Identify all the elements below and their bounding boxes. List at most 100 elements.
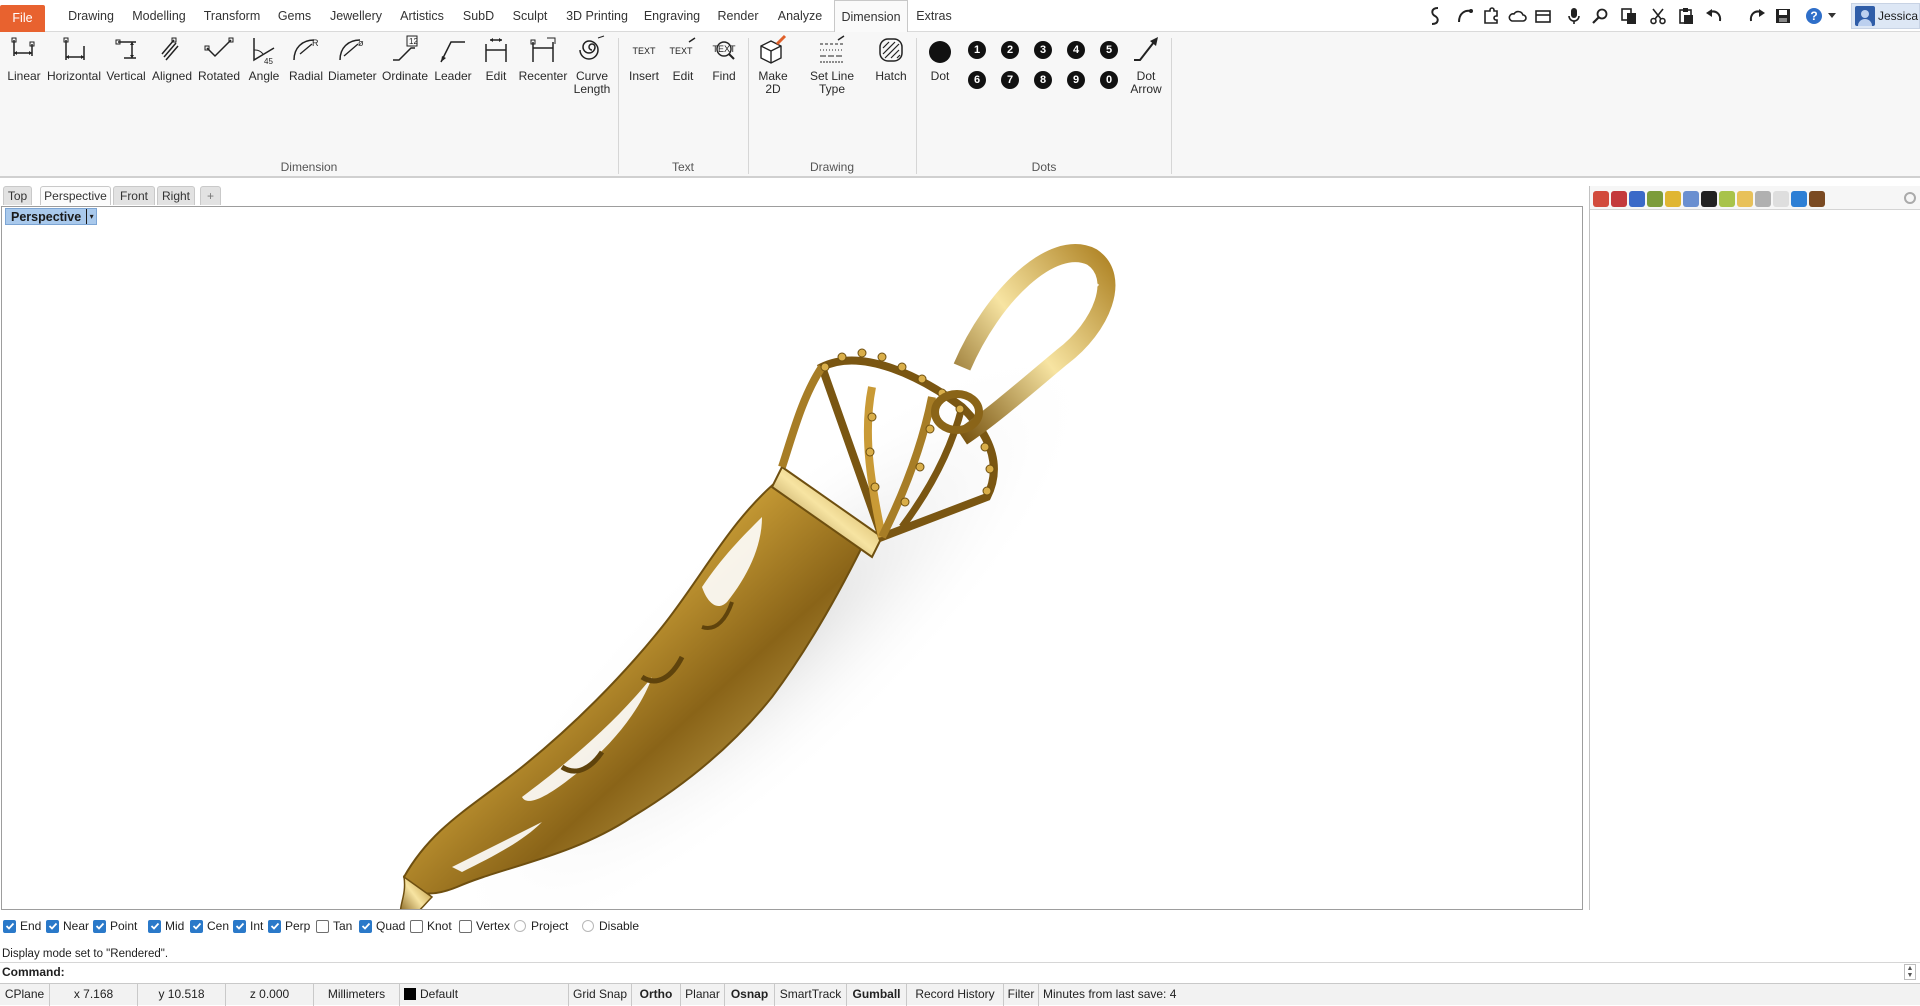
set-line-type-button[interactable]: Set Line Type [796,34,868,96]
osnap-project[interactable]: Project [514,919,568,933]
layer-button[interactable]: Default [400,984,569,1006]
undo-icon[interactable] [1703,4,1725,28]
osnap-perp[interactable]: Perp [268,919,310,933]
cloud-icon[interactable] [1506,4,1528,28]
make-2d-button[interactable]: Make 2D [754,34,792,96]
menu-gems[interactable]: Gems [272,0,317,32]
checkbox-unchecked-icon[interactable] [316,919,329,933]
horizontal-button[interactable]: Horizontal [46,34,102,83]
dot-button[interactable]: Dot [922,34,958,83]
dot-number-4-button[interactable]: 4 [1067,41,1085,59]
osnap-near[interactable]: Near [46,919,89,933]
paste-icon[interactable] [1675,4,1697,28]
copy-icon[interactable] [1618,4,1640,28]
panel-tab-icon[interactable] [1647,191,1663,207]
find-text-button[interactable]: TEXT Find [704,34,744,83]
menu-artistics[interactable]: Artistics [396,0,448,32]
menu-jewellery[interactable]: Jewellery [324,0,388,32]
menu-analyze[interactable]: Analyze [772,0,828,32]
dot-number-3-button[interactable]: 3 [1034,41,1052,59]
planar-toggle[interactable]: Planar [681,984,725,1006]
panel-tab-icon[interactable] [1737,191,1753,207]
help-icon[interactable]: ? [1803,4,1825,28]
panel-tab-icon[interactable] [1701,191,1717,207]
tab-top[interactable]: Top [3,186,32,205]
panel-tab-icon[interactable] [1593,191,1609,207]
microphone-icon[interactable] [1563,4,1585,28]
rotated-button[interactable]: Rotated [196,34,242,83]
units-button[interactable]: Millimeters [314,984,400,1006]
redo-icon[interactable] [1746,4,1768,28]
help-dropdown-icon[interactable] [1825,4,1839,28]
osnap-tan[interactable]: Tan [316,919,352,933]
radio-button-icon[interactable] [582,920,594,932]
menu-modelling[interactable]: Modelling [127,0,191,32]
checkbox-unchecked-icon[interactable] [459,919,472,933]
tab-right[interactable]: Right [157,186,195,205]
menu-engraving[interactable]: Engraving [641,0,703,32]
vertical-button[interactable]: Vertical [104,34,148,83]
gumball-toggle[interactable]: Gumball [847,984,907,1006]
ortho-toggle[interactable]: Ortho [632,984,681,1006]
panel-tab-icon[interactable] [1665,191,1681,207]
radio-button-icon[interactable] [514,920,526,932]
perspective-viewport[interactable]: Perspective ▾ [1,206,1583,910]
dot-arrow-button[interactable]: Dot Arrow [1128,34,1164,96]
user-account[interactable]: Jessica [1851,3,1920,29]
dot-number-7-button[interactable]: 7 [1001,71,1019,89]
aligned-button[interactable]: Aligned [150,34,194,83]
panel-tab-icon[interactable] [1719,191,1735,207]
dot-number-2-button[interactable]: 2 [1001,41,1019,59]
checkbox-checked-icon[interactable] [190,919,203,933]
menu-sculpt[interactable]: Sculpt [507,0,553,32]
zoom-icon[interactable] [1589,4,1611,28]
save-icon[interactable] [1772,4,1794,28]
command-scroll-icon[interactable]: ▲ ▼ [1904,964,1916,980]
cut-icon[interactable] [1647,4,1669,28]
cplane-button[interactable]: CPlane [0,984,50,1006]
osnap-end[interactable]: End [3,919,41,933]
osnap-mid[interactable]: Mid [148,919,184,933]
smarttrack-toggle[interactable]: SmartTrack [775,984,847,1006]
panel-tab-icon[interactable] [1755,191,1771,207]
menu-transform[interactable]: Transform [199,0,265,32]
menu-subd[interactable]: SubD [456,0,501,32]
dot-number-0-button[interactable]: 0 [1100,71,1118,89]
osnap-toggle[interactable]: Osnap [725,984,775,1006]
dot-number-1-button[interactable]: 1 [968,41,986,59]
osnap-quad[interactable]: Quad [359,919,405,933]
osnap-knot[interactable]: Knot [410,919,452,933]
leader-button[interactable]: Leader [432,34,474,83]
command-line[interactable]: Command: ▲ ▼ [0,962,1920,981]
panel-settings-gear-icon[interactable] [1904,192,1916,204]
linear-button[interactable]: Linear [4,34,44,83]
osnap-cen[interactable]: Cen [190,919,229,933]
diameter-button[interactable]: ø Diameter [328,34,377,83]
panel-tab-icon[interactable] [1629,191,1645,207]
checkbox-checked-icon[interactable] [148,919,161,933]
hatch-button[interactable]: Hatch [872,34,910,83]
osnap-point[interactable]: Point [93,919,137,933]
curve-length-button[interactable]: Curve Length [570,34,614,96]
radial-button[interactable]: R Radial [286,34,326,83]
menu-extras[interactable]: Extras [914,0,954,32]
ordinate-button[interactable]: 12 Ordinate [380,34,430,83]
insert-text-button[interactable]: TEXT Insert [624,34,664,83]
angle-button[interactable]: 45 Angle [244,34,284,83]
edit-text-button[interactable]: TEXT Edit [664,34,702,83]
osnap-int[interactable]: Int [233,919,263,933]
puzzle-icon[interactable] [1480,4,1502,28]
dot-number-6-button[interactable]: 6 [968,71,986,89]
checkbox-unchecked-icon[interactable] [410,919,423,933]
curve-icon[interactable] [1454,4,1476,28]
checkbox-checked-icon[interactable] [359,919,372,933]
menu-file[interactable]: File [0,5,45,32]
add-viewport-tab-button[interactable]: + [200,186,221,205]
menu-3d-printing[interactable]: 3D Printing [563,0,631,32]
osnap-vertex[interactable]: Vertex [459,919,510,933]
dot-number-9-button[interactable]: 9 [1067,71,1085,89]
osnap-disable[interactable]: Disable [582,919,639,933]
panel-tab-icon[interactable] [1683,191,1699,207]
panel-tab-icon[interactable] [1791,191,1807,207]
panel-tab-icon[interactable] [1773,191,1789,207]
